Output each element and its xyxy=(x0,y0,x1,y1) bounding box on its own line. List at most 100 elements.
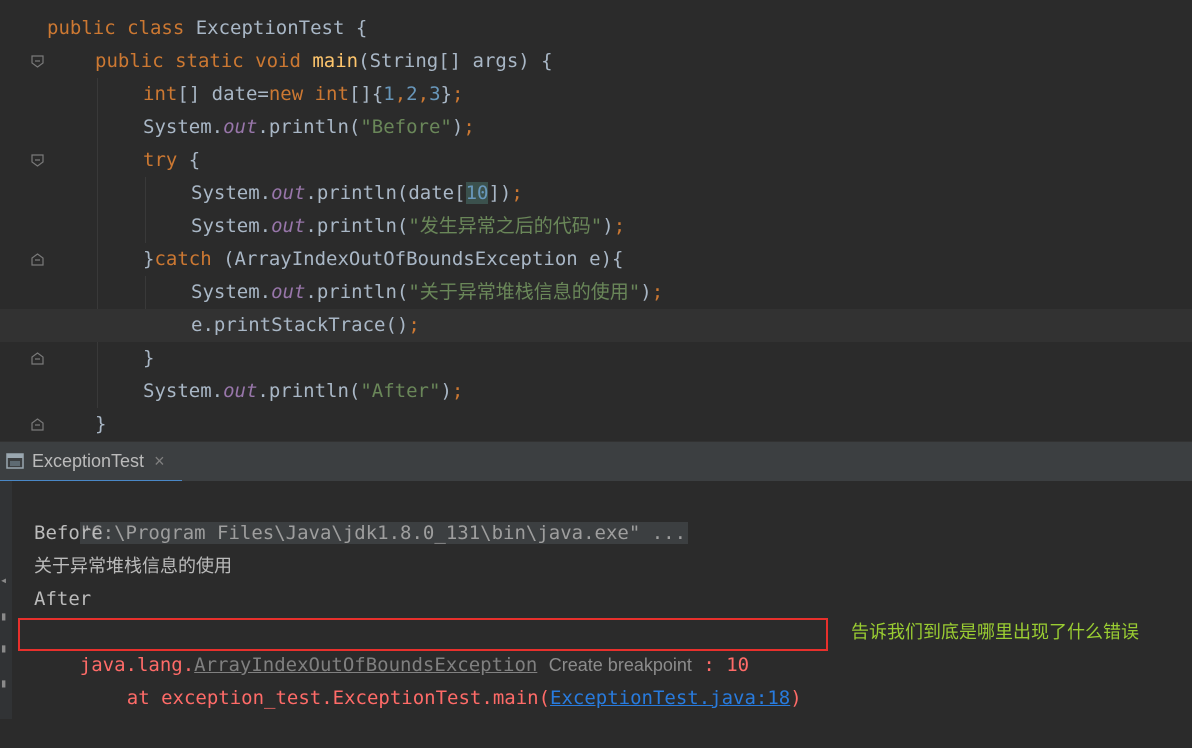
code-token: } xyxy=(143,248,155,270)
code-token: int xyxy=(314,83,349,105)
code-token: ; xyxy=(463,116,475,138)
code-token: 1 xyxy=(383,83,395,105)
code-token: ) xyxy=(640,281,652,303)
code-token: static xyxy=(175,50,256,72)
code-token: out xyxy=(223,116,258,138)
stack-frame-close: ) xyxy=(790,687,802,709)
code-line[interactable]: System.out.println("Before"); xyxy=(0,111,1192,144)
code-token: ; xyxy=(451,380,464,402)
code-token: void xyxy=(255,50,313,72)
fold-icon[interactable] xyxy=(31,154,44,167)
fold-icon[interactable] xyxy=(31,253,44,266)
code-token: .println( xyxy=(305,215,409,237)
scroll-icon[interactable]: ▮ xyxy=(0,609,10,623)
run-tool-window-header: ExceptionTest × xyxy=(0,441,1192,482)
code-text: System.out.println("Before"); xyxy=(143,111,475,144)
code-token: System. xyxy=(191,281,272,303)
console-output-line: After xyxy=(34,588,92,610)
fold-icon[interactable] xyxy=(31,55,44,68)
code-text: try { xyxy=(143,144,200,177)
console-output-line: 关于异常堆栈信息的使用 xyxy=(34,556,232,577)
code-token: 3 xyxy=(429,83,441,105)
code-token: } xyxy=(440,83,452,105)
code-token: System. xyxy=(191,182,272,204)
code-token: ) xyxy=(602,215,614,237)
code-token: "Before" xyxy=(360,116,452,138)
code-line[interactable]: System.out.println("发生异常之后的代码"); xyxy=(0,210,1192,243)
code-editor[interactable]: public class ExceptionTest {public stati… xyxy=(0,0,1192,441)
highlight-box xyxy=(18,618,828,651)
code-text: public class ExceptionTest { xyxy=(47,12,367,45)
console-output[interactable]: ◂ ▮ ▮ ▮ "C:\Program Files\Java\jdk1.8.0_… xyxy=(0,481,1192,719)
scroll-icon[interactable]: ▮ xyxy=(0,641,10,655)
code-text: System.out.println("发生异常之后的代码"); xyxy=(191,210,625,243)
run-console-icon xyxy=(6,453,24,469)
code-token: System. xyxy=(143,380,224,402)
code-token: new xyxy=(268,83,315,105)
console-output-line: Before xyxy=(34,522,103,544)
code-token: , xyxy=(417,83,430,105)
code-line[interactable]: } xyxy=(0,342,1192,375)
code-token: ) xyxy=(451,116,464,138)
code-token: ]) xyxy=(488,182,512,204)
tab-exceptiontest[interactable]: ExceptionTest × xyxy=(0,442,182,482)
console-command-line: "C:\Program Files\Java\jdk1.8.0_131\bin\… xyxy=(34,484,689,544)
code-token: ; xyxy=(408,314,420,336)
code-text: public static void main(String[] args) { xyxy=(95,45,553,78)
code-line[interactable]: System.out.println("After"); xyxy=(0,375,1192,408)
code-line[interactable]: }catch (ArrayIndexOutOfBoundsException e… xyxy=(0,243,1192,276)
code-line[interactable]: System.out.println(date[10]); xyxy=(0,177,1192,210)
code-token: ; xyxy=(651,281,664,303)
annotation-text: 告诉我们到底是哪里出现了什么错误 xyxy=(851,622,1139,643)
code-line[interactable]: } xyxy=(0,408,1192,441)
stack-trace-line: at exception_test.ExceptionTest.main(Exc… xyxy=(81,649,802,709)
code-token: main xyxy=(312,50,359,72)
code-token: public xyxy=(47,17,128,39)
code-token: [] date= xyxy=(177,83,269,105)
code-token: { xyxy=(188,149,201,171)
code-text: System.out.println("关于异常堆栈信息的使用"); xyxy=(191,276,663,309)
tab-label: ExceptionTest xyxy=(32,450,145,471)
code-token: (ArrayIndexOutOfBoundsException e){ xyxy=(223,248,624,270)
scroll-icon[interactable]: ◂ xyxy=(0,573,10,587)
code-token: out xyxy=(271,182,306,204)
code-line[interactable]: int[] date=new int[]{1,2,3}; xyxy=(0,78,1192,111)
code-token: } xyxy=(143,347,155,369)
code-token: out xyxy=(223,380,258,402)
code-text: } xyxy=(143,342,154,375)
code-line[interactable]: System.out.println("关于异常堆栈信息的使用"); xyxy=(0,276,1192,309)
code-token: public xyxy=(95,50,176,72)
code-token: ExceptionTest { xyxy=(195,17,368,39)
scroll-icon[interactable]: ▮ xyxy=(0,676,10,690)
code-token: []{ xyxy=(348,83,384,105)
code-text: } xyxy=(95,408,106,441)
code-line[interactable]: try { xyxy=(0,144,1192,177)
code-line[interactable]: public static void main(String[] args) { xyxy=(0,45,1192,78)
code-token: .println(date[ xyxy=(305,182,466,204)
code-token: e.printStackTrace() xyxy=(191,314,409,336)
code-token: , xyxy=(394,83,407,105)
code-token: "关于异常堆栈信息的使用" xyxy=(408,281,641,303)
code-text: int[] date=new int[]{1,2,3}; xyxy=(143,78,463,111)
code-token: 10 xyxy=(465,182,489,204)
code-token: .println( xyxy=(257,380,361,402)
code-token: out xyxy=(271,281,306,303)
code-line[interactable]: public class ExceptionTest { xyxy=(0,12,1192,45)
code-text: e.printStackTrace(); xyxy=(191,309,420,342)
code-token: System. xyxy=(191,215,272,237)
code-token: .println( xyxy=(305,281,409,303)
fold-icon[interactable] xyxy=(31,352,44,365)
code-line[interactable]: e.printStackTrace(); xyxy=(0,309,1192,342)
code-text: }catch (ArrayIndexOutOfBoundsException e… xyxy=(143,243,623,276)
console-gutter: ◂ ▮ ▮ ▮ xyxy=(0,481,12,719)
code-token: ; xyxy=(511,182,523,204)
code-token: ; xyxy=(613,215,626,237)
fold-icon[interactable] xyxy=(31,418,44,431)
code-token: (String[] args) { xyxy=(358,50,553,72)
stack-frame-text: at exception_test.ExceptionTest.main( xyxy=(126,687,551,709)
close-icon[interactable]: × xyxy=(154,451,165,472)
java-command[interactable]: "C:\Program Files\Java\jdk1.8.0_131\bin\… xyxy=(79,522,689,544)
source-location-link[interactable]: ExceptionTest.java:18 xyxy=(550,687,790,709)
code-token: 2 xyxy=(406,83,418,105)
code-token: int xyxy=(143,83,178,105)
